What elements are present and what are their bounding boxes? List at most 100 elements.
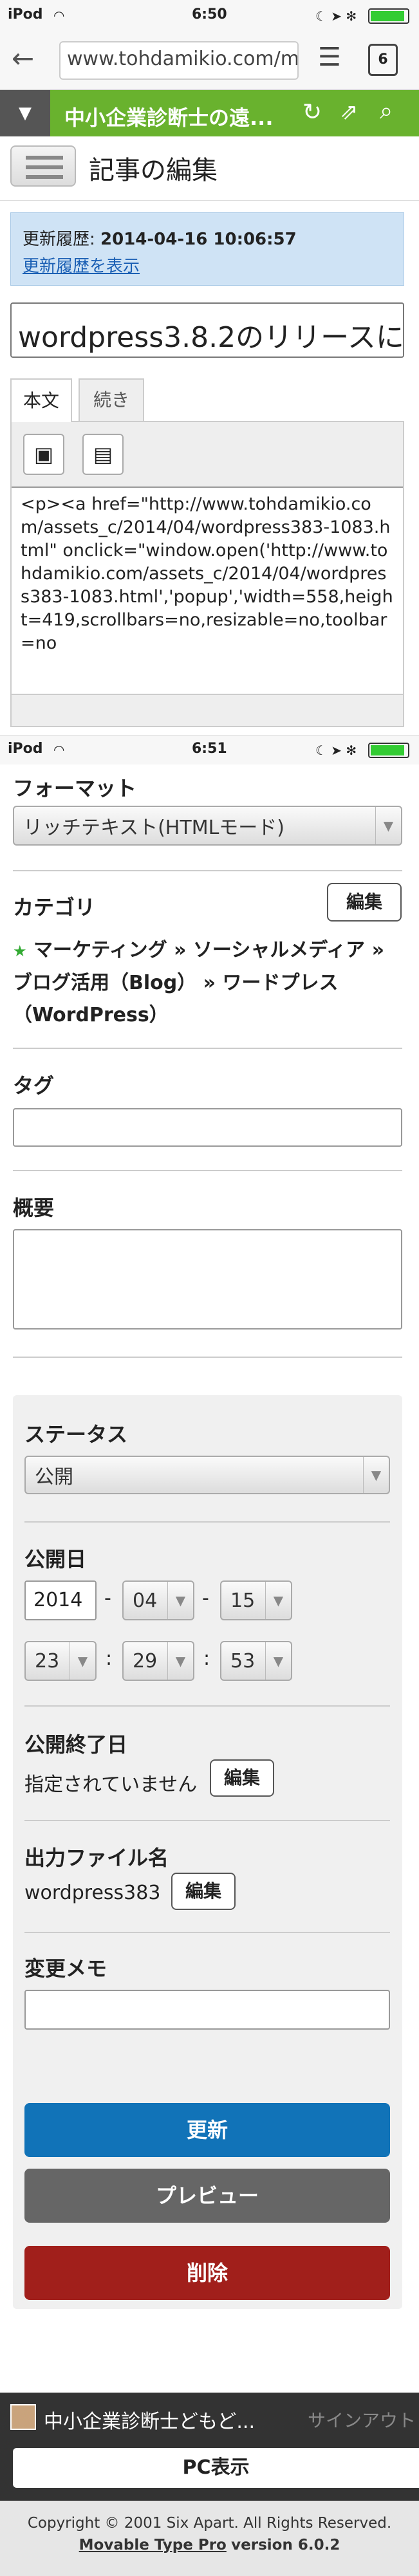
divider (13, 1170, 402, 1171)
carrier-label: iPod (8, 6, 43, 23)
footer-copyright: Copyright © 2001 Six Apart. All Rights R… (0, 2501, 419, 2576)
second-value: 53 (230, 1649, 256, 1673)
star-icon: ★ (13, 942, 27, 960)
tab-more[interactable]: 続き (79, 378, 144, 421)
list-icon[interactable] (10, 145, 76, 187)
status-icons: ☾ ➤ ✻ (315, 743, 357, 758)
publish-second-select[interactable]: 53 ▼ (220, 1641, 292, 1681)
entry-title-input[interactable]: wordpress3.8.2のリリースに (10, 302, 404, 358)
divider (24, 1705, 390, 1707)
insert-file-icon[interactable]: ▤ (82, 434, 124, 475)
category-list: ★ マーケティング » ソーシャルメディア » ブログ活用（Blog） » ワー… (13, 934, 402, 1032)
history-link[interactable]: 更新履歴を表示 (23, 253, 140, 277)
month-value: 04 (133, 1589, 158, 1612)
update-button[interactable]: 更新 (24, 2103, 390, 2157)
carrier-label: iPod (8, 741, 43, 757)
dropdown-icon[interactable]: ▼ (0, 90, 50, 136)
product-link[interactable]: Movable Type Pro (79, 2537, 227, 2553)
chevron-down-icon: ▼ (265, 1582, 291, 1619)
url-bar[interactable]: www.tohdamikio.com/mt (59, 41, 299, 80)
clock: 6:50 (192, 6, 227, 23)
status-select[interactable]: 公開 ▼ (24, 1456, 390, 1494)
category-edit-button[interactable]: 編集 (327, 883, 402, 922)
tags-input[interactable] (13, 1108, 402, 1147)
excerpt-textarea[interactable] (13, 1229, 402, 1330)
publish-hour-select[interactable]: 23 ▼ (24, 1641, 97, 1681)
user-name[interactable]: 中小企業診断士どもど... (44, 2405, 255, 2434)
publishing-panel: ステータス 公開 ▼ 公開日 2014 - 04 ▼ - 15 ▼ 23 ▼ : 29… (13, 1395, 402, 2309)
battery-icon (368, 743, 409, 758)
status-label: ステータス (24, 1422, 128, 1447)
excerpt-label: 概要 (13, 1196, 55, 1220)
status-bar-2: iPod ◠ 6:51 ☾ ➤ ✻ (0, 735, 419, 764)
publish-month-select[interactable]: 04 ▼ (122, 1580, 194, 1620)
version-text: version 6.0.2 (231, 2537, 340, 2553)
publish-day-select[interactable]: 15 ▼ (220, 1580, 292, 1620)
page-title: 記事の編集 (89, 156, 218, 185)
back-icon[interactable]: ← (12, 42, 34, 74)
format-select[interactable]: リッチテキスト(HTMLモード) ▼ (13, 806, 402, 846)
category-label: カテゴリ (13, 895, 96, 920)
memo-label: 変更メモ (24, 1956, 107, 1981)
divider (24, 1932, 390, 1933)
delete-button[interactable]: 削除 (24, 2246, 390, 2300)
browser-toolbar: ← www.tohdamikio.com/mt ☰ 6 (0, 32, 419, 90)
memo-input[interactable] (24, 1990, 390, 2030)
status-bar: iPod ◠ 6:50 ☾ ➤ ✻ (0, 0, 419, 32)
menu-icon[interactable]: ☰ (318, 42, 341, 72)
day-value: 15 (230, 1589, 256, 1612)
footer-user-bar: 中小企業診断士どもど... サインアウト (0, 2393, 419, 2442)
history-notice: 更新履歴: 2014-04-16 10:06:57 更新履歴を表示 (10, 212, 404, 286)
publish-year-input[interactable]: 2014 (24, 1580, 97, 1620)
divider (24, 1820, 390, 1821)
status-icons: ☾ ➤ ✻ (315, 8, 357, 24)
body-textarea[interactable]: <p><a href="http://www.tohdamikio.com/as… (12, 486, 403, 695)
minute-value: 29 (133, 1649, 158, 1673)
preview-button[interactable]: プレビュー (24, 2169, 390, 2223)
divider (13, 870, 402, 871)
tab-body[interactable]: 本文 (10, 378, 72, 422)
copyright-text: Copyright © 2001 Six Apart. All Rights R… (27, 2515, 392, 2532)
hour-value: 23 (35, 1649, 60, 1673)
basename-edit-button[interactable]: 編集 (171, 1873, 236, 1910)
pc-view-button[interactable]: PC表示 (13, 2448, 419, 2488)
format-label: フォーマット (13, 776, 137, 801)
wifi-icon: ◠ (54, 8, 64, 23)
page-header: 記事の編集 (0, 136, 419, 201)
chevron-down-icon: ▼ (167, 1642, 193, 1680)
chevron-down-icon: ▼ (70, 1642, 95, 1680)
footer-pc-bar: PC表示 (0, 2442, 419, 2501)
external-link-icon[interactable]: ⇗ (340, 99, 358, 125)
basename-label: 出力ファイル名 (24, 1846, 169, 1870)
history-label: 更新履歴: (23, 230, 95, 249)
clock: 6:51 (192, 741, 227, 757)
divider (24, 1521, 390, 1523)
basename-value: wordpress383 (24, 1882, 161, 1904)
chevron-down-icon: ▼ (375, 807, 401, 844)
date-separator: - (202, 1587, 209, 1609)
insert-image-icon[interactable]: ▣ (23, 434, 64, 475)
site-name[interactable]: 中小企業診断士の遠... (64, 102, 273, 131)
unpublish-value: 指定されていません (24, 1774, 198, 1796)
screen: iPod ◠ 6:50 ☾ ➤ ✻ ← www.tohdamikio.com/m… (0, 0, 419, 2576)
editor: ▣ ▤ <p><a href="http://www.tohdamikio.co… (10, 421, 404, 727)
signout-link[interactable]: サインアウト (308, 2407, 416, 2432)
time-separator: : (106, 1647, 113, 1670)
tabs-icon[interactable]: 6 (368, 44, 398, 76)
publish-minute-select[interactable]: 29 ▼ (122, 1641, 194, 1681)
category-value: マーケティング » ソーシャルメディア » ブログ活用（Blog） » ワードプ… (13, 939, 384, 1026)
chevron-down-icon: ▼ (167, 1582, 193, 1619)
refresh-icon[interactable]: ↻ (303, 99, 322, 125)
unpublish-edit-button[interactable]: 編集 (210, 1759, 274, 1797)
battery-icon (368, 8, 409, 24)
time-separator: : (203, 1647, 210, 1670)
tags-label: タグ (13, 1073, 55, 1098)
app-header: ▼ 中小企業診断士の遠... ↻ ⇗ ⌕ (0, 90, 419, 136)
search-icon[interactable]: ⌕ (380, 98, 393, 125)
unpublish-label: 公開終了日 (24, 1732, 128, 1757)
wifi-icon: ◠ (54, 742, 64, 757)
chevron-down-icon: ▼ (265, 1642, 291, 1680)
divider (13, 1048, 402, 1049)
format-value: リッチテキスト(HTMLモード) (23, 817, 284, 839)
status-value: 公開 (35, 1466, 73, 1488)
